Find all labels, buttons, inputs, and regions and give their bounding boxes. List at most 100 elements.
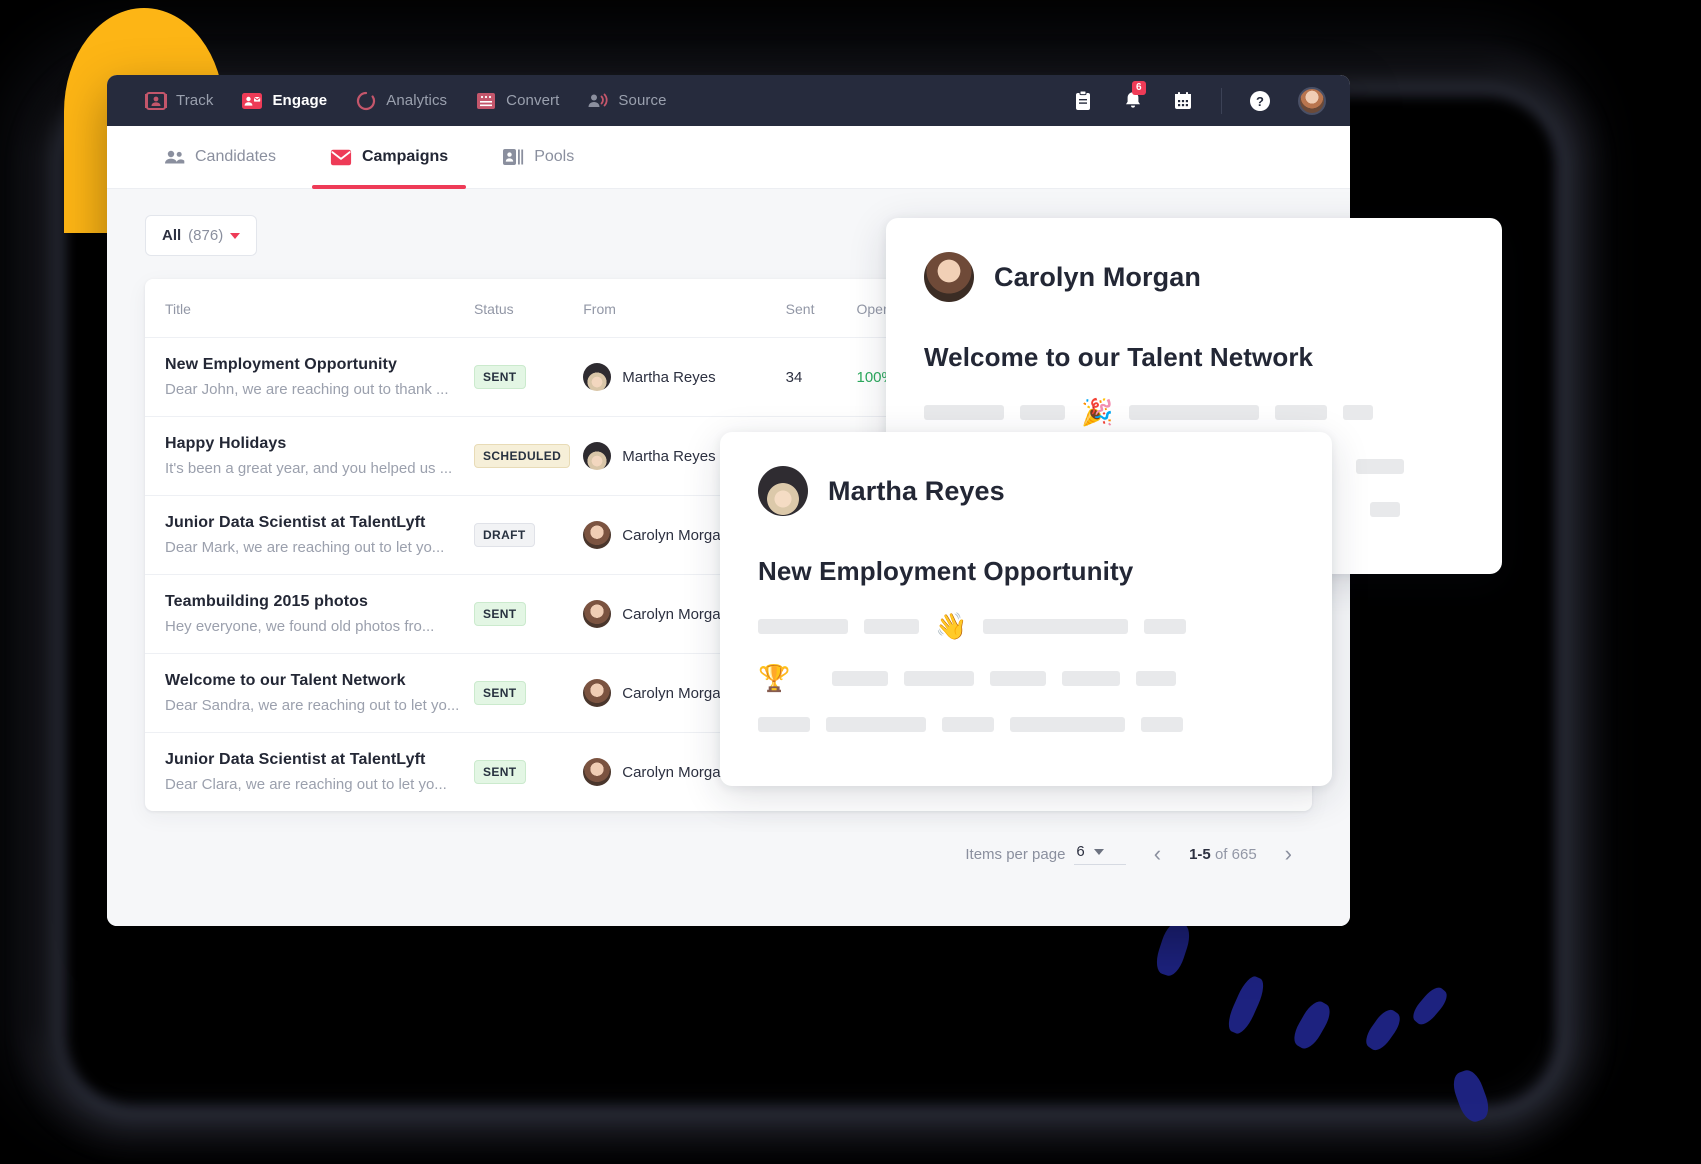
avatar	[583, 521, 612, 549]
skeleton-bar	[904, 670, 975, 686]
campaign-preview: Hey everyone, we found old photos fro...	[165, 618, 435, 635]
status-filter-dropdown[interactable]: All (876)	[145, 215, 258, 256]
tab-label: Campaigns	[361, 148, 449, 165]
skeleton-bar	[1141, 717, 1183, 732]
preview-header: Martha Reyes	[758, 466, 1294, 516]
cell-title[interactable]: Happy Holidays It's been a great year, an…	[145, 416, 474, 496]
nav-label: Convert	[506, 92, 560, 109]
preview-header: Carolyn Morgan	[924, 252, 1464, 302]
campaign-title: Welcome to our Talent Network	[165, 672, 406, 689]
secondary-tabs: Candidates Campaigns Pools	[107, 126, 1350, 189]
primary-nav: Track Engage Analytics Convert Source	[145, 91, 667, 111]
items-per-page-value: 6	[1076, 843, 1085, 860]
skeleton-bar	[1356, 459, 1404, 474]
skeleton-row: 🏆	[758, 665, 1294, 691]
nav-label: Analytics	[386, 92, 448, 109]
status-badge: SCHEDULED	[473, 444, 571, 468]
nav-item-engage[interactable]: Engage	[241, 91, 327, 111]
sender-name: Carolyn Morgan	[622, 605, 729, 623]
nav-label: Engage	[272, 92, 328, 109]
sender-name: Carolyn Morgan	[622, 763, 729, 781]
campaign-title: Happy Holidays	[165, 435, 287, 452]
preview-subject: Welcome to our Talent Network	[924, 342, 1314, 372]
skeleton-bar	[1144, 618, 1187, 634]
skeleton-bar	[990, 670, 1047, 686]
bell-icon[interactable]: 6	[1121, 80, 1146, 113]
cell-title[interactable]: Junior Data Scientist at TalentLyft Dear …	[145, 733, 474, 812]
skeleton-bar	[758, 717, 810, 732]
preview-body-skeleton: 👋 🏆	[758, 613, 1294, 732]
status-badge: DRAFT	[473, 523, 535, 547]
campaign-title: Junior Data Scientist at TalentLyft	[165, 751, 426, 768]
tab-candidates[interactable]: Candidates	[145, 126, 294, 188]
tab-pools[interactable]: Pools	[484, 126, 592, 188]
people-signal-icon	[587, 91, 609, 111]
id-card-icon	[145, 91, 167, 111]
prev-page-button[interactable]: ‹	[1148, 843, 1167, 865]
cell-title[interactable]: Junior Data Scientist at TalentLyft Dear …	[145, 495, 474, 575]
calendar-icon[interactable]	[1171, 89, 1195, 113]
col-title[interactable]: Title	[145, 279, 474, 338]
nav-label: Source	[618, 92, 667, 109]
nav-divider	[1221, 87, 1222, 114]
chevron-down-icon	[1093, 848, 1104, 855]
party-popper-emoji: 🎉	[1081, 397, 1114, 427]
cell-status: SENT	[473, 653, 584, 733]
nav-item-convert[interactable]: Convert	[475, 91, 559, 111]
envelope-icon	[330, 147, 352, 167]
col-sent[interactable]: Sent	[785, 279, 857, 338]
campaign-preview: Dear John, we are reaching out to thank …	[165, 381, 449, 398]
pagination: Items per page 6 ‹ 1-5 of 665 ›	[145, 811, 1312, 865]
status-badge: SENT	[473, 760, 526, 784]
tab-campaigns[interactable]: Campaigns	[311, 126, 467, 189]
clipboard-icon[interactable]	[1071, 89, 1095, 113]
contacts-icon	[502, 147, 524, 167]
skeleton-bar	[1010, 717, 1125, 732]
skeleton-bar	[1129, 404, 1260, 420]
nav-item-track[interactable]: Track	[145, 91, 213, 111]
skeleton-row	[758, 717, 1294, 732]
avatar	[583, 363, 612, 391]
cell-title[interactable]: Teambuilding 2015 photos Hey everyone, we…	[145, 574, 474, 654]
skeleton-bar	[1275, 404, 1328, 420]
cell-title[interactable]: Welcome to our Talent Network Dear Sandra…	[145, 653, 474, 733]
stage: Track Engage Analytics Convert Source 6 …	[0, 0, 1701, 1164]
waving-hand-emoji: 👋	[935, 611, 968, 641]
status-badge: SENT	[473, 681, 526, 705]
help-icon[interactable]: ?	[1248, 89, 1272, 113]
people-icon	[163, 147, 185, 167]
status-badge: SENT	[473, 365, 526, 389]
col-status[interactable]: Status	[473, 279, 584, 338]
col-from[interactable]: From	[583, 279, 786, 338]
nav-item-source[interactable]: Source	[587, 91, 666, 111]
nav-actions: 6 ?	[1071, 80, 1326, 115]
next-page-button[interactable]: ›	[1279, 843, 1298, 865]
avatar	[758, 466, 808, 516]
chevron-down-icon	[230, 232, 241, 239]
cell-status: SENT	[473, 733, 583, 812]
avatar	[583, 758, 612, 786]
sender-name: Carolyn Morgan	[622, 684, 729, 702]
skeleton-bar	[758, 618, 848, 634]
cell-from: Martha Reyes	[583, 337, 786, 417]
board-icon	[475, 91, 497, 111]
skeleton-bar	[1343, 404, 1374, 420]
donut-chart-icon	[355, 91, 377, 111]
campaign-preview: Dear Mark, we are reaching out to let yo…	[165, 539, 445, 556]
trophy-emoji: 🏆	[758, 663, 791, 693]
nav-item-analytics[interactable]: Analytics	[355, 91, 447, 111]
skeleton-bar	[1062, 670, 1121, 686]
nav-label: Track	[176, 92, 214, 109]
notification-badge: 6	[1132, 80, 1146, 95]
svg-text:?: ?	[1256, 94, 1264, 109]
cell-title[interactable]: New Employment Opportunity Dear John, we …	[145, 337, 474, 417]
preview-subject: New Employment Opportunity	[758, 556, 1134, 586]
cell-status: SENT	[473, 337, 584, 417]
email-preview-card-martha[interactable]: Martha Reyes New Employment Opportunity …	[720, 432, 1332, 786]
items-per-page-select[interactable]: 6	[1074, 843, 1126, 865]
page-range: 1-5 of 665	[1189, 846, 1257, 863]
user-avatar[interactable]	[1298, 86, 1326, 115]
skeleton-row: 🎉	[924, 399, 1464, 425]
items-per-page-label: Items per page	[965, 845, 1066, 863]
avatar	[583, 600, 612, 628]
